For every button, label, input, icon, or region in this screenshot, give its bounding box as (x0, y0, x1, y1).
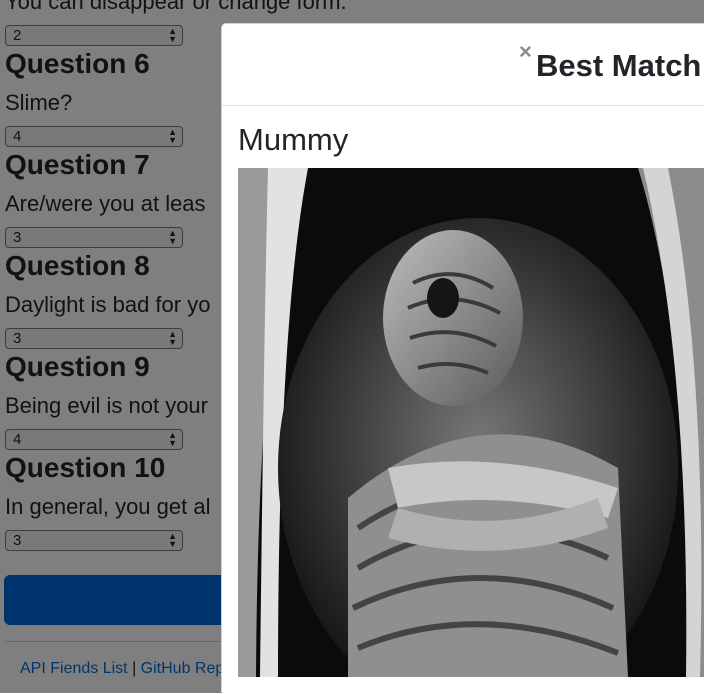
close-icon[interactable]: × (519, 41, 532, 63)
mummy-illustration (238, 168, 704, 677)
best-match-modal: × Best Match Mummy (221, 23, 704, 694)
match-name: Mummy (238, 122, 349, 157)
modal-title: Best Match (536, 48, 702, 83)
mummy-photo (238, 168, 704, 677)
modal-header: × Best Match (222, 24, 704, 106)
